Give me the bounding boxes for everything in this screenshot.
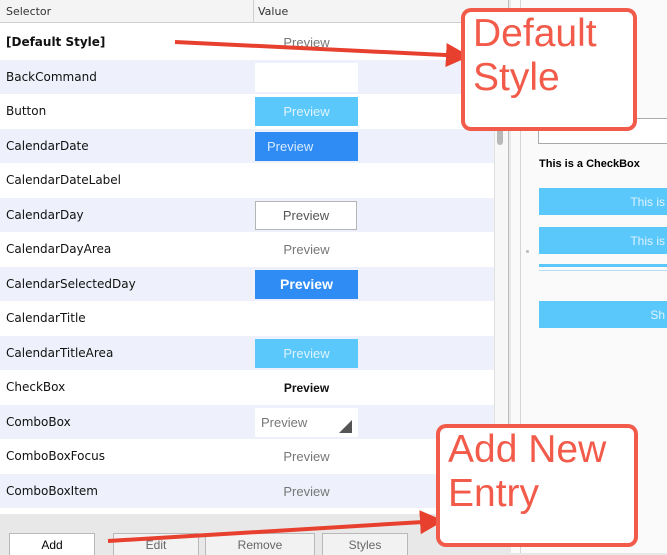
selector-cell: ComboBoxFocus [6, 449, 105, 463]
selector-cell: CalendarDateLabel [6, 173, 122, 187]
value-preview: Preview [255, 477, 358, 506]
table-row[interactable]: CalendarDayArea Preview [0, 232, 494, 267]
remove-button[interactable]: Remove [205, 533, 315, 555]
callout-line-1: Default [473, 12, 597, 55]
table-row[interactable]: CalendarDateLabel [0, 163, 494, 198]
preview-button-3[interactable]: Sh [539, 301, 667, 328]
style-table: Selector Value [Default Style] Preview Bac… [0, 0, 509, 514]
value-preview: Preview [255, 235, 358, 264]
preview-text: Preview [283, 380, 330, 395]
value-preview: Preview [255, 97, 358, 126]
value-preview: Preview [255, 28, 358, 57]
table-row[interactable]: CheckBox Preview [0, 370, 494, 405]
value-preview: Preview [255, 269, 358, 299]
selector-cell: CalendarTitle [6, 311, 86, 325]
table-row[interactable]: ComboBoxItem Preview [0, 473, 494, 508]
preview-text: Preview [283, 345, 330, 361]
preview-text: Preview [283, 35, 330, 50]
callout-line-2: Style [473, 56, 560, 99]
selector-cell: ComboBox [6, 414, 71, 429]
table-row[interactable]: Button Preview [0, 94, 494, 129]
selector-cell: ComboBoxItem [6, 483, 98, 498]
preview-separator-shadow [539, 270, 667, 271]
value-preview: Preview [255, 338, 358, 368]
table-row[interactable]: CalendarSelectedDay Preview [0, 266, 494, 301]
add-button[interactable]: Add [9, 533, 95, 555]
selector-cell: CheckBox [6, 380, 66, 394]
preview-checkbox-label[interactable]: This is a CheckBox [539, 158, 640, 170]
splitter-handle[interactable] [526, 250, 529, 253]
add-new-entry-callout: Add New Entry [436, 424, 638, 547]
preview-text: Preview [283, 483, 330, 499]
value-preview: Preview [255, 200, 357, 230]
selector-cell: CalendarDay [6, 207, 84, 222]
table-header: Selector Value [0, 0, 508, 23]
column-divider [253, 0, 254, 22]
value-cell [255, 62, 358, 92]
dropdown-arrow-icon [339, 419, 352, 433]
table-row[interactable]: CalendarDate Preview [0, 128, 494, 163]
value-preview: Preview [255, 407, 358, 437]
table-row[interactable]: CalendarDay Preview [0, 197, 494, 232]
selector-cell: [Default Style] [6, 35, 106, 49]
table-row[interactable]: ComboBoxFocus Preview [0, 439, 494, 474]
preview-button-2[interactable]: This is [539, 227, 667, 254]
selector-column-header[interactable]: Selector [6, 5, 51, 18]
styles-button[interactable]: Styles [322, 533, 408, 555]
selector-cell: CalendarDayArea [6, 242, 112, 256]
preview-text: Preview [282, 207, 330, 223]
selector-cell: BackCommand [6, 69, 97, 84]
value-preview: Preview [255, 373, 358, 402]
default-style-callout: Default Style [461, 8, 637, 131]
table-row[interactable]: [Default Style] Preview [0, 25, 494, 60]
selector-cell: Button [6, 104, 47, 118]
preview-text: Preview [280, 276, 333, 292]
callout-line-2: Entry [448, 472, 540, 515]
preview-separator [539, 264, 667, 267]
value-column-header[interactable]: Value [258, 5, 288, 18]
table-row[interactable]: CalendarTitle [0, 301, 494, 336]
selector-cell: CalendarTitleArea [6, 345, 114, 360]
preview-text: Preview [283, 104, 330, 119]
preview-text: Preview [283, 449, 330, 464]
preview-button-1[interactable]: This is [539, 188, 667, 215]
table-row[interactable]: CalendarTitleArea Preview [0, 335, 494, 370]
value-preview: Preview [255, 131, 358, 161]
table-row[interactable]: BackCommand [0, 59, 494, 94]
preview-text: Preview [267, 138, 314, 154]
table-row[interactable]: ComboBox Preview [0, 404, 494, 439]
value-preview: Preview [255, 442, 358, 471]
callout-line-1: Add New [448, 428, 607, 471]
selector-cell: CalendarDate [6, 138, 89, 153]
preview-text: Preview [261, 414, 308, 430]
selector-cell: CalendarSelectedDay [6, 276, 136, 291]
edit-button[interactable]: Edit [113, 533, 199, 555]
preview-text: Preview [283, 242, 330, 257]
